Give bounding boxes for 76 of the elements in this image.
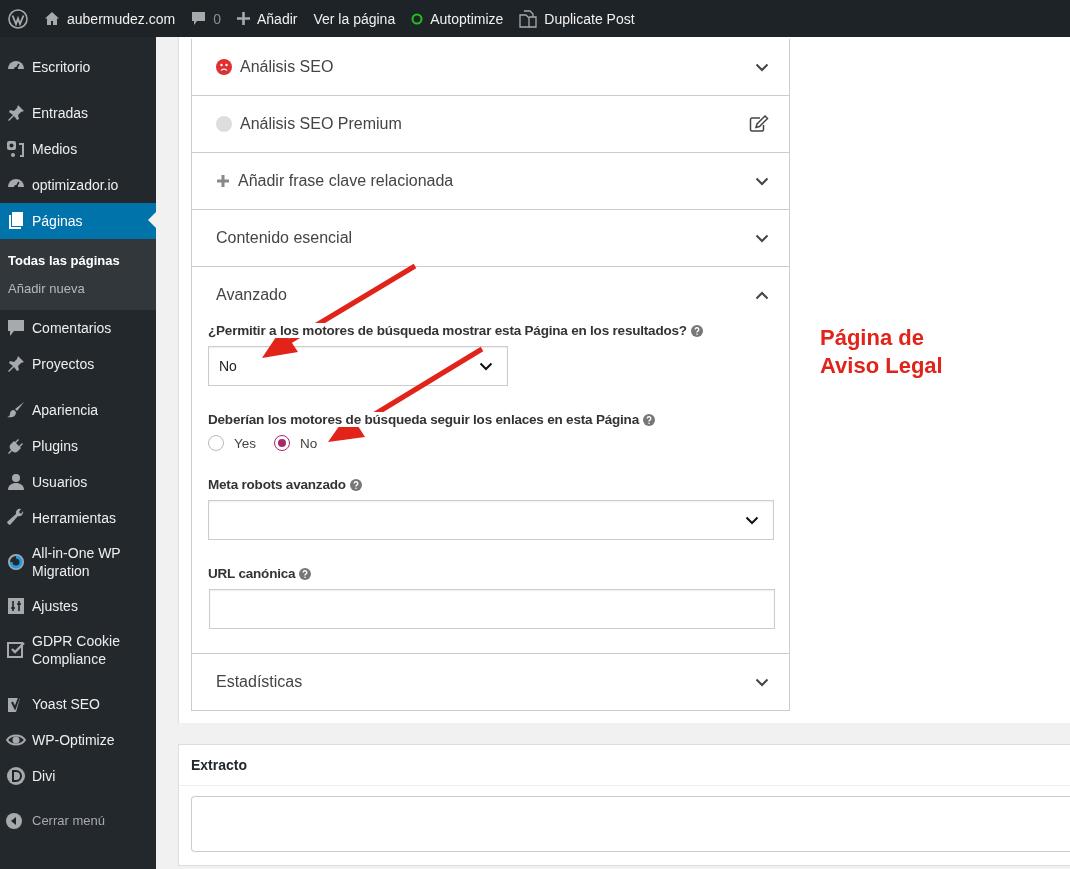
duplicate-icon	[519, 9, 538, 28]
field-label: Deberían los motores de búsqueda seguir los enlaces en esta Página	[208, 412, 639, 427]
wordpress-logo-icon[interactable]	[8, 8, 28, 29]
plug-icon	[6, 436, 26, 456]
autoptimize-link[interactable]: Autoptimize	[411, 10, 504, 27]
paintbrush-icon	[6, 400, 26, 420]
checkbox-icon	[6, 640, 26, 660]
select-field[interactable]	[208, 500, 774, 540]
text-field[interactable]	[209, 589, 775, 629]
wrench-icon	[6, 508, 26, 528]
collapse-menu-button[interactable]: Cerrar menú	[0, 804, 156, 838]
edit-icon[interactable]	[749, 115, 769, 133]
help-icon[interactable]	[349, 478, 362, 491]
chevron-down-icon[interactable]	[755, 62, 769, 72]
help-icon[interactable]	[299, 567, 312, 580]
menu-item[interactable]: optimizador.io	[0, 167, 156, 203]
section-header[interactable]: Avanzado	[192, 267, 789, 323]
menu-item[interactable]: Comentarios	[0, 310, 156, 346]
left-arrow-circle-icon	[6, 813, 22, 829]
section-header[interactable]: Añadir frase clave relacionada	[192, 153, 789, 209]
sync-icon	[6, 552, 26, 572]
field-label: ¿Permitir a los motores de búsqueda mostrar esta Página en los resultados?	[208, 323, 687, 338]
chevron-up-icon[interactable]	[755, 290, 769, 300]
menu-item[interactable]: Yoast SEO	[0, 686, 156, 722]
speech-bubble-icon	[191, 11, 207, 26]
duplicate-post-link[interactable]: Duplicate Post	[519, 9, 635, 28]
menu-item[interactable]: Proyectos	[0, 346, 156, 382]
chevron-down-icon[interactable]	[745, 515, 759, 525]
site-link[interactable]: aubermudez.com	[44, 10, 176, 27]
new-link[interactable]: Añadir	[236, 10, 298, 27]
menu-item[interactable]: Usuarios	[0, 464, 156, 500]
comments-link[interactable]: 0	[191, 10, 221, 27]
chevron-down-icon[interactable]	[755, 176, 769, 186]
menu-item[interactable]: Divi	[0, 758, 156, 794]
sliders-icon	[6, 596, 26, 616]
chevron-down-icon[interactable]	[755, 233, 769, 243]
menu-item[interactable]: Herramientas	[0, 500, 156, 536]
pages-icon	[6, 211, 26, 231]
chevron-down-icon[interactable]	[755, 677, 769, 687]
menu-item[interactable]: Apariencia	[0, 392, 156, 428]
menu-item[interactable]: Páginas	[0, 203, 156, 239]
menu-item[interactable]: Medios	[0, 131, 156, 167]
pushpin-icon	[6, 354, 26, 374]
user-icon	[6, 472, 26, 492]
menu-item[interactable]: Entradas	[0, 95, 156, 131]
section-header[interactable]: Contenido esencial	[192, 210, 789, 266]
submenu-item[interactable]: Todas las páginas	[0, 247, 156, 275]
status-ring-icon	[411, 12, 424, 25]
menu-item[interactable]: GDPR Cookie Compliance	[0, 624, 156, 676]
plus-icon	[236, 12, 250, 25]
panel-title: Extracto	[179, 745, 1070, 786]
section-header[interactable]: Estadísticas	[192, 654, 789, 710]
section-header[interactable]: Análisis SEO Premium	[192, 96, 789, 152]
letter-d-circle-icon	[6, 766, 26, 786]
radio-option[interactable]: Yes	[208, 435, 257, 451]
menu-item[interactable]: All-in-One WP Migration	[0, 536, 156, 588]
radio-option[interactable]: No	[274, 435, 318, 451]
field-label: Meta robots avanzado	[208, 477, 346, 492]
media-icon	[6, 139, 26, 159]
home-icon	[44, 11, 60, 26]
menu-item[interactable]: WP-Optimize	[0, 722, 156, 758]
menu-item[interactable]: Ajustes	[0, 588, 156, 624]
menu-item[interactable]: Escritorio	[0, 49, 156, 85]
speech-bubble-icon	[6, 318, 26, 338]
annotation-text: Página de Aviso Legal	[820, 324, 944, 380]
pushpin-icon	[6, 103, 26, 123]
section-header[interactable]: Análisis SEO	[192, 39, 789, 95]
menu-item[interactable]: Plugins	[0, 428, 156, 464]
field-label: URL canónica	[208, 566, 296, 581]
help-icon[interactable]	[642, 413, 655, 426]
submenu-item[interactable]: Añadir nueva	[0, 275, 156, 303]
select-field[interactable]: No	[208, 346, 508, 386]
chevron-down-icon[interactable]	[479, 361, 493, 371]
plus-icon	[216, 174, 230, 188]
view-page-link[interactable]: Ver la página	[313, 10, 396, 27]
help-icon[interactable]	[690, 324, 703, 337]
